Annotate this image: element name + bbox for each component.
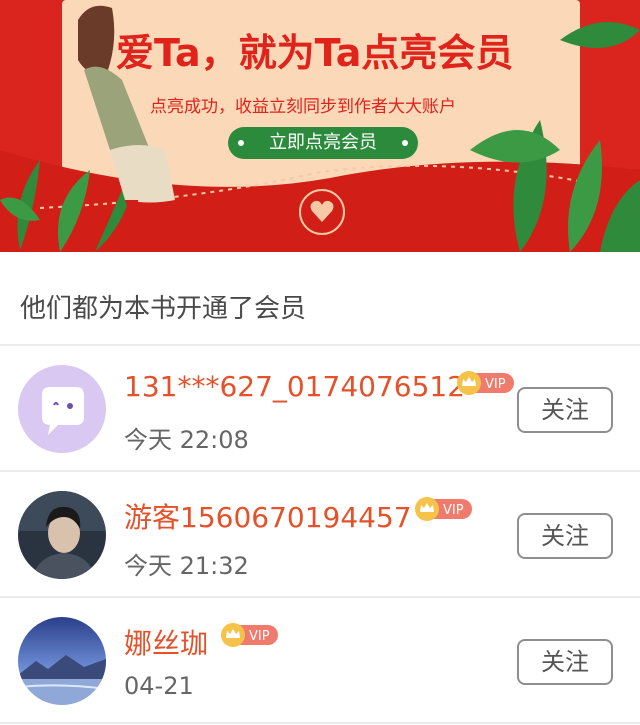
avatar[interactable] (18, 491, 106, 579)
banner-title: 爱Ta，就为Ta点亮会员 (116, 31, 514, 75)
portrait-photo-icon (18, 491, 106, 579)
section-title: 他们都为本书开通了会员 (20, 294, 307, 324)
vip-badge-label: VIP (485, 377, 506, 392)
member-name[interactable]: 游客1560670194457 (124, 496, 412, 536)
dot-icon (238, 140, 244, 146)
promo-banner[interactable]: 爱Ta，就为Ta点亮会员 点亮成功，收益立刻同步到作者大大账户 立即点亮会员 (0, 0, 640, 252)
vip-badge-label: VIP (249, 629, 270, 644)
follow-button[interactable]: 关注 (517, 387, 613, 433)
dot-icon (402, 140, 408, 146)
follow-button[interactable]: 关注 (517, 639, 613, 685)
member-name[interactable]: 131***627_0174076512 (124, 370, 465, 403)
vip-badge: VIP (221, 623, 278, 647)
banner-subtitle: 点亮成功，收益立刻同步到作者大大账户 (150, 97, 456, 117)
chat-bubble-icon (18, 365, 106, 453)
divider (0, 722, 640, 724)
avatar[interactable] (18, 617, 106, 705)
member-time: 04-21 (124, 672, 194, 700)
follow-button[interactable]: 关注 (517, 513, 613, 559)
member-row: 游客1560670194457 VIP 今天 21:32 关注 (0, 472, 640, 598)
vip-badge: VIP (457, 371, 514, 395)
vip-badge-label: VIP (443, 503, 464, 518)
landscape-photo-icon (18, 617, 106, 705)
member-row: 娜丝珈 VIP 04-21 关注 (0, 598, 640, 724)
activate-membership-button[interactable]: 立即点亮会员 (228, 127, 418, 159)
member-time: 今天 22:08 (124, 426, 249, 454)
member-time: 今天 21:32 (124, 552, 249, 580)
member-row: 131***627_0174076512 VIP 今天 22:08 关注 (0, 346, 640, 472)
member-name[interactable]: 娜丝珈 (124, 622, 208, 662)
avatar[interactable] (18, 365, 106, 453)
vip-badge: VIP (415, 497, 472, 521)
activate-membership-label: 立即点亮会员 (269, 132, 377, 153)
